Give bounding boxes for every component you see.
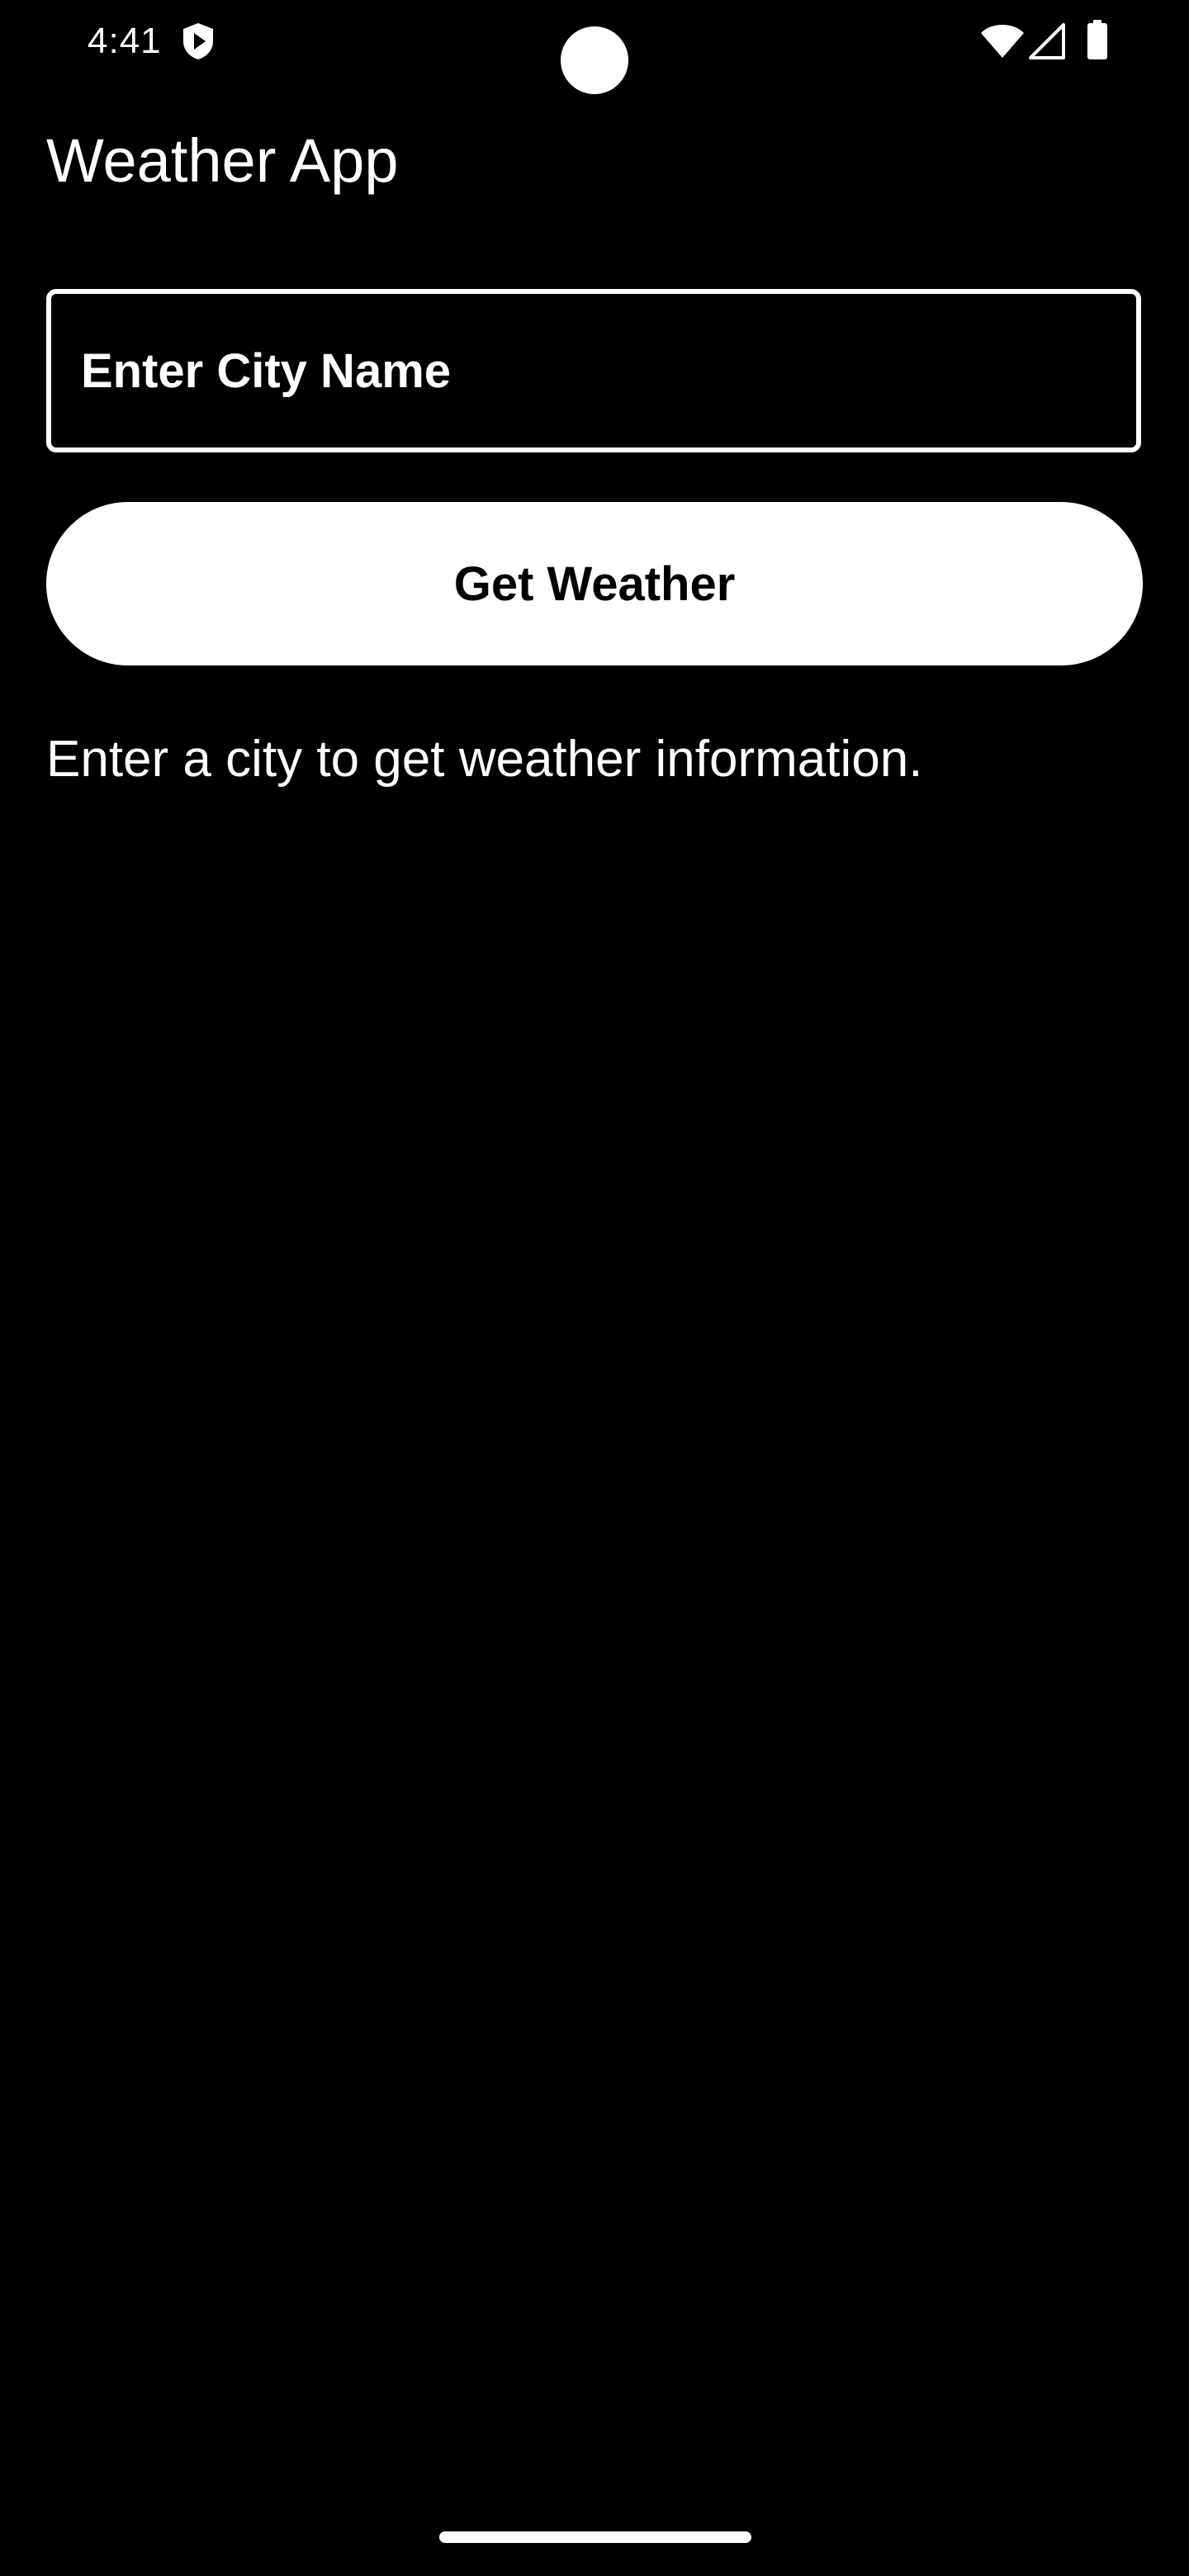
weather-info-text: Enter a city to get weather information. (46, 731, 923, 788)
app-title: Weather App (46, 126, 399, 195)
city-name-input[interactable] (81, 294, 1113, 447)
shield-play-icon (183, 23, 213, 59)
wifi-icon (981, 25, 1024, 58)
status-bar: 4:41 (0, 0, 1189, 94)
camera-cutout (561, 26, 628, 94)
city-name-field[interactable] (46, 289, 1141, 452)
get-weather-button[interactable]: Get Weather (46, 502, 1143, 665)
battery-icon (1087, 20, 1107, 59)
signal-icon (1029, 23, 1065, 59)
status-time: 4:41 (88, 21, 162, 61)
get-weather-button-label: Get Weather (453, 556, 736, 611)
app-screen: 4:41 Weather App Get Weather Enter a cit… (0, 0, 1189, 2576)
home-gesture-bar[interactable] (439, 2531, 751, 2543)
